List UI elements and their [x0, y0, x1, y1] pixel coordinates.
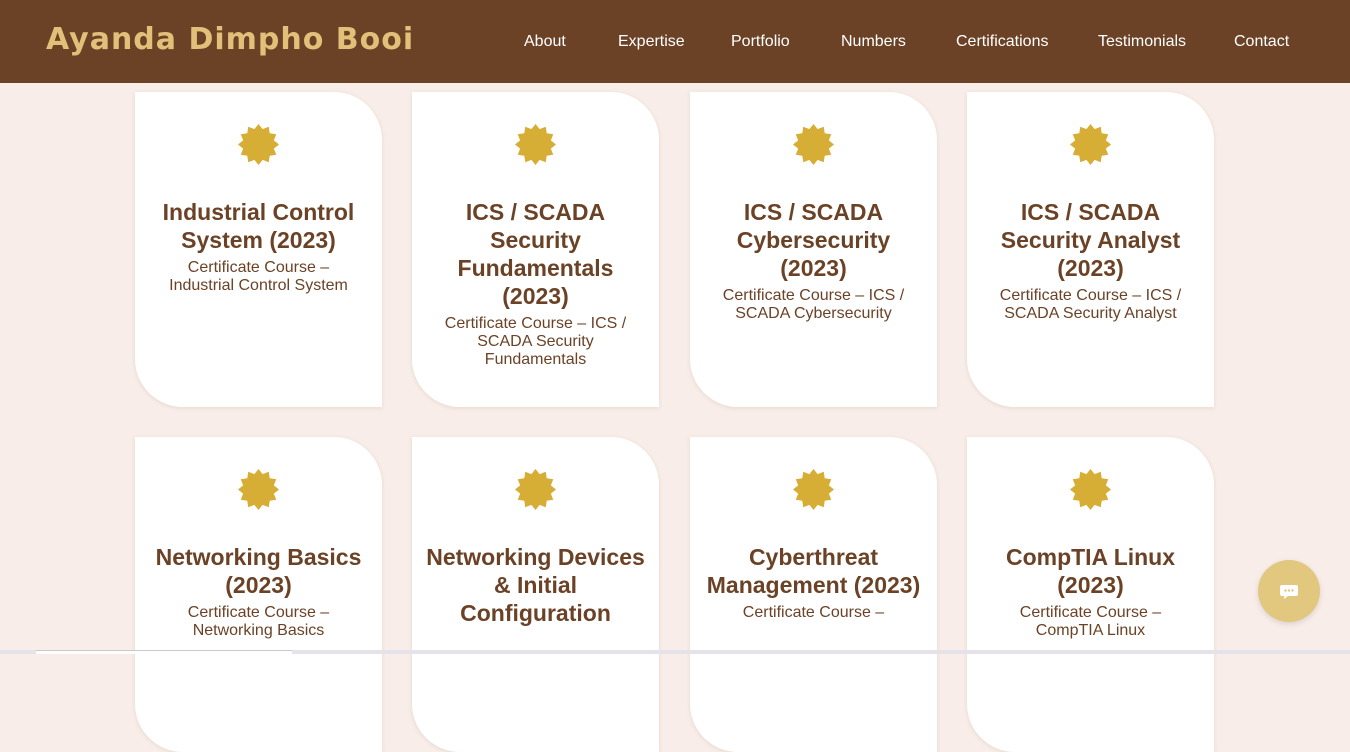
- nav-numbers[interactable]: Numbers: [841, 33, 906, 51]
- badge-shape: [793, 469, 834, 510]
- certification-card: Cyberthreat Management (2023) Certificat…: [690, 437, 937, 752]
- award-badge-icon: [1070, 469, 1111, 510]
- certification-description: Certificate Course – Industrial Control …: [169, 259, 348, 294]
- certification-title: Networking Basics (2023): [155, 544, 362, 598]
- nav-testimonials[interactable]: Testimonials: [1098, 33, 1186, 51]
- certification-description: Certificate Course – CompTIA Linux: [1019, 604, 1162, 639]
- certification-card: ICS / SCADA Security Fundamentals (2023)…: [412, 92, 659, 407]
- certification-title: Industrial Control System (2023): [162, 199, 355, 253]
- badge-shape: [515, 469, 556, 510]
- certification-title: CompTIA Linux (2023): [1005, 544, 1176, 598]
- certification-description: Certificate Course –: [742, 604, 885, 621]
- nav-portfolio[interactable]: Portfolio: [731, 33, 790, 51]
- certification-card: ICS / SCADA Cybersecurity (2023) Certifi…: [690, 92, 937, 407]
- top-navbar: Ayanda Dimpho Booi About Expertise Portf…: [0, 0, 1350, 83]
- certification-card: ICS / SCADA Security Analyst (2023) Cert…: [967, 92, 1214, 407]
- certification-card: CompTIA Linux (2023) Certificate Course …: [967, 437, 1214, 752]
- badge-shape: [238, 124, 279, 165]
- certification-title: Networking Devices & Initial Configurati…: [426, 544, 645, 626]
- certification-description: Certificate Course – ICS / SCADA Securit…: [999, 287, 1182, 322]
- award-badge-icon: [238, 124, 279, 165]
- nav-certifications[interactable]: Certifications: [956, 33, 1048, 51]
- award-badge-icon: [238, 469, 279, 510]
- certification-title: ICS / SCADA Security Analyst (2023): [1000, 199, 1181, 281]
- certification-description: Certificate Course – Networking Basics: [187, 604, 330, 639]
- certification-description: Certificate Course – ICS / SCADA Cyberse…: [722, 287, 905, 322]
- status-bar-box: [36, 650, 292, 654]
- badge-shape: [1070, 124, 1111, 165]
- chat-button[interactable]: [1258, 560, 1320, 622]
- certification-card: Industrial Control System (2023) Certifi…: [135, 92, 382, 407]
- certification-card: Networking Devices & Initial Configurati…: [412, 437, 659, 752]
- nav-expertise[interactable]: Expertise: [618, 33, 685, 51]
- badge-shape: [238, 469, 279, 510]
- site-brand[interactable]: Ayanda Dimpho Booi: [46, 22, 414, 57]
- badge-shape: [515, 124, 556, 165]
- badge-shape: [1070, 469, 1111, 510]
- award-badge-icon: [1070, 124, 1111, 165]
- nav-about[interactable]: About: [524, 33, 566, 51]
- chat-icon: [1280, 585, 1298, 599]
- award-badge-icon: [515, 124, 556, 165]
- certification-title: ICS / SCADA Cybersecurity (2023): [736, 199, 891, 281]
- certification-card: Networking Basics (2023) Certificate Cou…: [135, 437, 382, 752]
- certification-description: Certificate Course – ICS / SCADA Securit…: [444, 315, 627, 368]
- nav-contact[interactable]: Contact: [1234, 33, 1289, 51]
- award-badge-icon: [793, 124, 834, 165]
- certification-title: Cyberthreat Management (2023): [706, 544, 921, 598]
- badge-shape: [793, 124, 834, 165]
- award-badge-icon: [793, 469, 834, 510]
- award-badge-icon: [515, 469, 556, 510]
